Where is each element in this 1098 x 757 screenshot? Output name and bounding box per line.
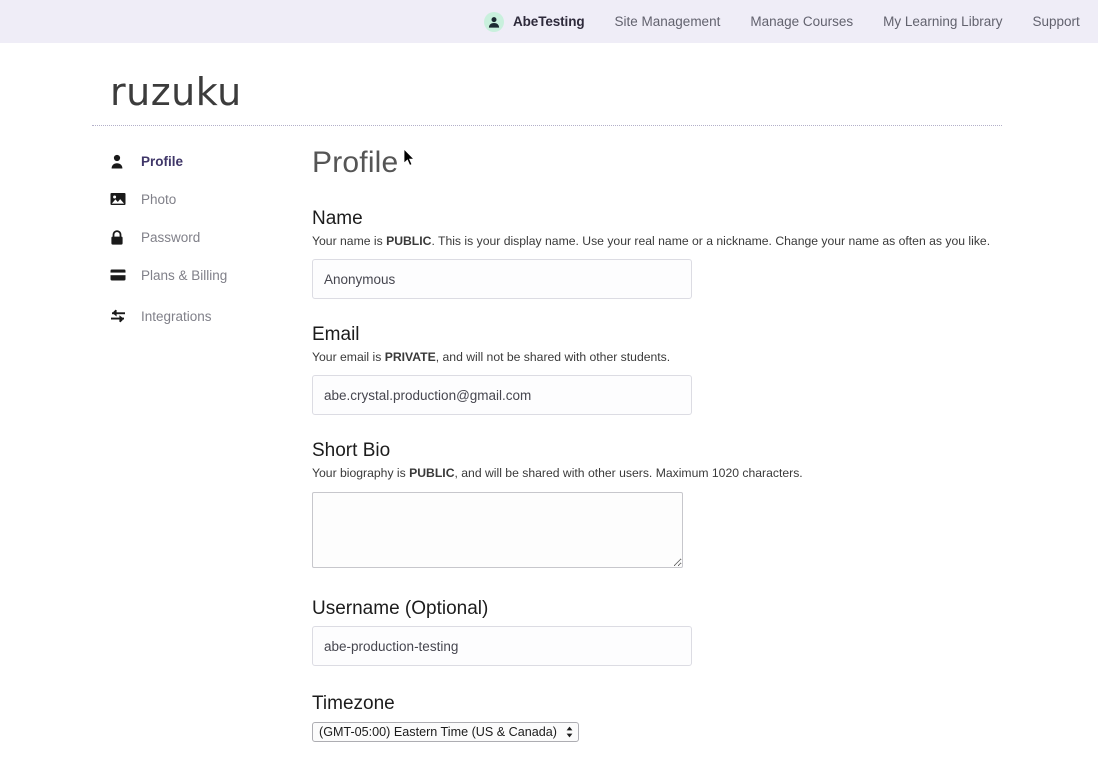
email-help-prefix: Your email is (312, 350, 385, 364)
email-label: Email (312, 323, 1012, 347)
nav-link-site-management[interactable]: Site Management (615, 14, 721, 29)
name-help-text: Your name is PUBLIC. This is your displa… (312, 233, 1012, 249)
name-help-strong: PUBLIC (386, 234, 431, 248)
nav-link-my-learning-library[interactable]: My Learning Library (883, 14, 1002, 29)
sidebar-item-photo-label: Photo (141, 192, 176, 207)
timezone-field-group: Timezone (GMT-05:00) Eastern Time (US & … (312, 692, 1012, 742)
timezone-label: Timezone (312, 692, 1012, 716)
username-label: Username (Optional) (312, 597, 1012, 621)
sidebar-item-password-label: Password (141, 230, 200, 245)
sidebar-item-plans-billing[interactable]: Plans & Billing (110, 265, 285, 285)
nav-link-support[interactable]: Support (1032, 14, 1079, 29)
sidebar-item-integrations[interactable]: Integrations (110, 306, 285, 326)
username-input[interactable] (312, 626, 692, 666)
email-help-text: Your email is PRIVATE, and will not be s… (312, 349, 1012, 365)
profile-form: Profile Name Your name is PUBLIC. This i… (312, 148, 1012, 757)
name-label: Name (312, 207, 1012, 231)
sidebar-item-profile[interactable]: Profile (110, 151, 285, 171)
sidebar-item-plans-billing-label: Plans & Billing (141, 268, 227, 283)
page-title: Profile (312, 148, 1012, 178)
bio-help-prefix: Your biography is (312, 466, 409, 480)
timezone-select-wrapper: (GMT-05:00) Eastern Time (US & Canada) (312, 722, 579, 742)
settings-sidebar: Profile Photo Password (110, 151, 285, 344)
bio-help-strong: PUBLIC (409, 466, 454, 480)
timezone-select[interactable]: (GMT-05:00) Eastern Time (US & Canada) (312, 722, 579, 742)
user-icon (110, 152, 130, 170)
ruzuku-logo[interactable]: ruzuku (110, 70, 242, 114)
email-help-strong: PRIVATE (385, 350, 436, 364)
email-help-suffix: , and will not be shared with other stud… (436, 350, 670, 364)
exchange-icon (110, 307, 130, 325)
nav-link-manage-courses[interactable]: Manage Courses (750, 14, 853, 29)
email-input[interactable] (312, 375, 692, 415)
name-help-suffix: . This is your display name. Use your re… (431, 234, 990, 248)
sidebar-item-profile-label: Profile (141, 154, 183, 169)
name-help-prefix: Your name is (312, 234, 386, 248)
bio-help-text: Your biography is PUBLIC, and will be sh… (312, 465, 1012, 481)
email-field-group: Email Your email is PRIVATE, and will no… (312, 323, 1012, 415)
bio-label: Short Bio (312, 439, 1012, 463)
bio-textarea[interactable] (312, 492, 683, 568)
bio-field-group: Short Bio Your biography is PUBLIC, and … (312, 439, 1012, 567)
top-navigation-items: AbeTesting Site Management Manage Course… (484, 12, 1080, 32)
username-field-group: Username (Optional) (312, 597, 1012, 667)
credit-card-icon (110, 266, 130, 284)
page-body: ruzuku Profile Photo (0, 43, 1098, 716)
bio-help-suffix: , and will be shared with other users. M… (455, 466, 803, 480)
name-field-group: Name Your name is PUBLIC. This is your d… (312, 207, 1012, 299)
sidebar-item-photo[interactable]: Photo (110, 189, 285, 209)
lock-icon (110, 228, 130, 246)
sidebar-item-integrations-label: Integrations (141, 309, 212, 324)
brand-name[interactable]: AbeTesting (513, 14, 585, 29)
top-navigation-bar: AbeTesting Site Management Manage Course… (0, 0, 1098, 43)
user-avatar-icon[interactable] (484, 12, 504, 32)
sidebar-item-password[interactable]: Password (110, 227, 285, 247)
name-input[interactable] (312, 259, 692, 299)
image-icon (110, 190, 130, 208)
header-divider (92, 125, 1002, 126)
